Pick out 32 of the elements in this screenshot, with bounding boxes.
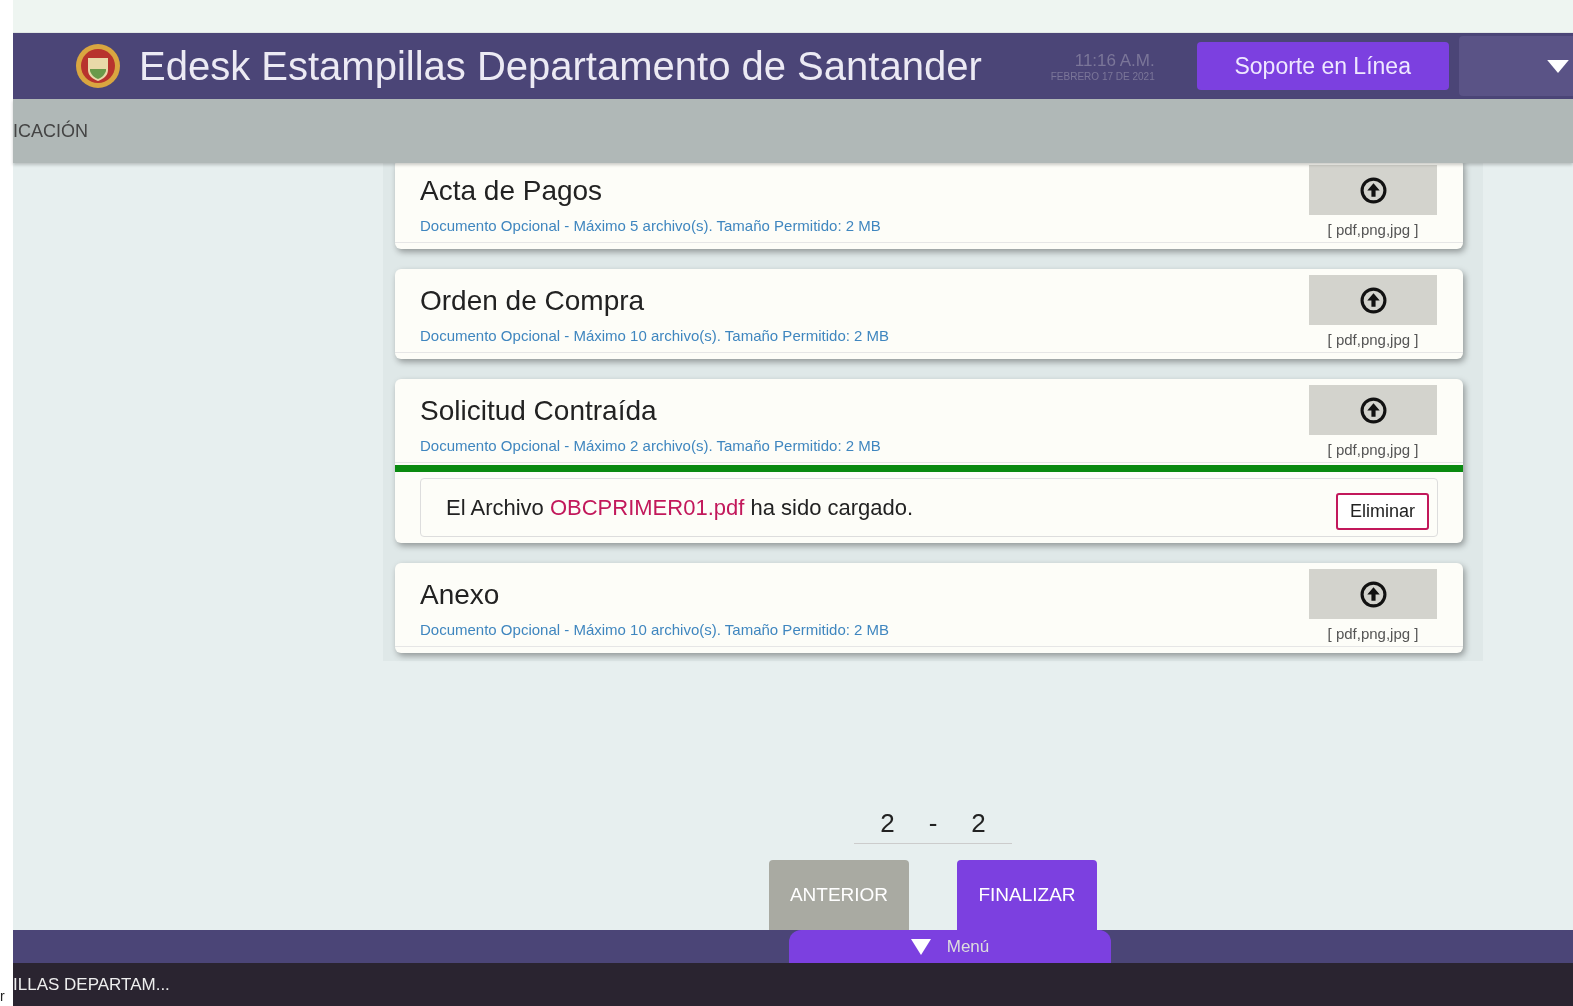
app-title: Edesk Estampillas Departamento de Santander (139, 43, 982, 89)
page-number: 2 (880, 808, 895, 839)
format-text: [ pdf,png,jpg ] (1327, 221, 1419, 238)
support-button[interactable]: Soporte en Línea (1196, 42, 1449, 90)
upload-button[interactable] (1309, 275, 1437, 325)
format-text: [ pdf,png,jpg ] (1327, 625, 1419, 642)
menu-tab[interactable]: Menú (789, 930, 1111, 963)
dropdown-button[interactable] (1458, 36, 1573, 96)
document-title: Acta de Pagos (420, 175, 604, 207)
text-fragment: r (0, 988, 5, 1004)
format-text: [ pdf,png,jpg ] (1327, 331, 1419, 348)
upload-message: El Archivo OBCPRIMER01.pdf ha sido cargado. (446, 494, 914, 521)
finish-button[interactable]: FINALIZAR (957, 860, 1097, 930)
page-total: 2 (971, 808, 986, 839)
delete-button[interactable]: Eliminar (1336, 493, 1429, 530)
document-note: Documento Opcional - Máximo 2 archivo(s). Tamaño Permitido: 2 MB (420, 437, 881, 454)
format-text: [ pdf,png,jpg ] (1327, 441, 1419, 458)
document-title: Anexo (420, 579, 501, 611)
document-title: Orden de Compra (420, 285, 646, 317)
caret-icon (910, 938, 931, 955)
caret-icon (1547, 59, 1569, 73)
document-note: Documento Opcional - Máximo 10 archivo(s). Tamaño Permitido: 2 MB (420, 621, 890, 638)
separator-text: - (928, 808, 938, 839)
nav-item[interactable]: ICACIÓN (13, 120, 88, 142)
emblem-logo-icon (75, 43, 121, 89)
upload-button[interactable] (1309, 569, 1437, 619)
window-title[interactable]: ILLAS DEPARTAM... (13, 974, 170, 995)
document-title: Solicitud Contraída (420, 395, 658, 427)
upload-button[interactable] (1309, 165, 1437, 215)
upload-button[interactable] (1309, 385, 1437, 435)
document-note: Documento Opcional - Máximo 5 archivo(s). Tamaño Permitido: 2 MB (420, 217, 881, 234)
document-note: Documento Opcional - Máximo 10 archivo(s). Tamaño Permitido: 2 MB (420, 327, 890, 344)
